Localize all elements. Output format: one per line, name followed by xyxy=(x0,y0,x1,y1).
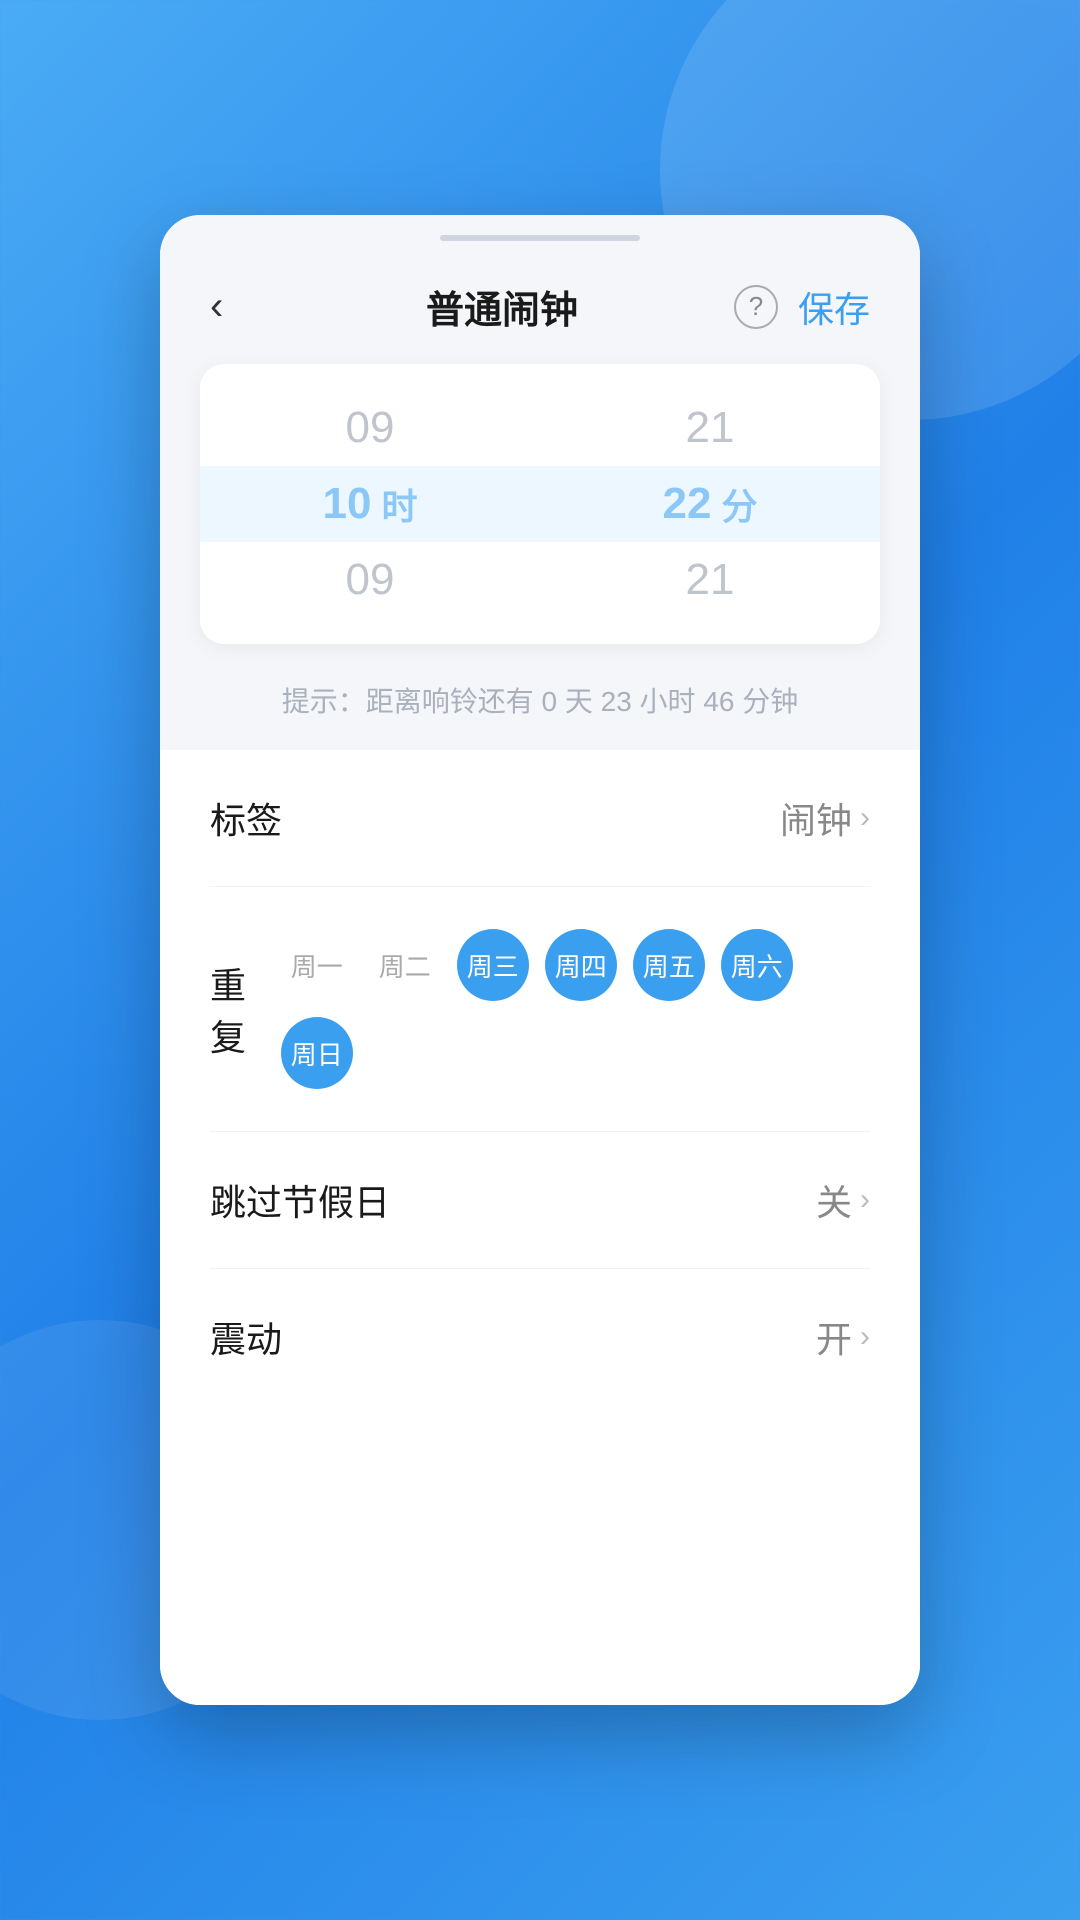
hour-below: 09 xyxy=(346,542,395,618)
day-pill-1[interactable]: 周二 xyxy=(369,929,441,1001)
day-pill-2[interactable]: 周三 xyxy=(457,929,529,1001)
header: ‹ 普通闹钟 ? 保存 xyxy=(160,255,920,364)
repeat-days[interactable]: 周一周二周三周四周五周六周日 xyxy=(281,929,870,1089)
day-pill-0[interactable]: 周一 xyxy=(281,929,353,1001)
holiday-setting-item[interactable]: 跳过节假日 关 › xyxy=(210,1132,870,1269)
label-chevron-icon: › xyxy=(860,801,870,835)
header-right: ? 保存 xyxy=(734,281,870,333)
bottom-space xyxy=(160,1405,920,1705)
save-button[interactable]: 保存 xyxy=(798,281,870,333)
vibrate-setting-value: 开 › xyxy=(816,1311,870,1363)
hour-column[interactable]: 09 10 时 09 xyxy=(200,384,540,624)
label-setting-value: 闹钟 › xyxy=(780,792,870,844)
minute-selected-row: 22 分 xyxy=(663,466,758,542)
day-pill-6[interactable]: 周日 xyxy=(281,1017,353,1089)
repeat-setting-item[interactable]: 重复 周一周二周三周四周五周六周日 xyxy=(210,887,870,1132)
hint-text: 提示：距离响铃还有 0 天 23 小时 46 分钟 xyxy=(160,644,920,750)
holiday-setting-value: 关 › xyxy=(816,1174,870,1226)
minute-column[interactable]: 21 22 分 21 xyxy=(540,384,880,624)
label-setting-item[interactable]: 标签 闹钟 › xyxy=(210,750,870,887)
time-picker[interactable]: 09 10 时 09 21 22 分 xyxy=(200,384,880,624)
back-button[interactable]: ‹ xyxy=(210,284,270,329)
phone-handle xyxy=(160,215,920,255)
minute-above: 21 xyxy=(686,390,735,466)
time-picker-wrapper: 09 10 时 09 21 22 分 xyxy=(200,364,880,644)
page-title: 普通闹钟 xyxy=(426,279,578,334)
holiday-setting-label: 跳过节假日 xyxy=(210,1174,390,1226)
hour-selected-row: 10 时 xyxy=(323,466,418,542)
settings-list: 标签 闹钟 › 重复 周一周二周三周四周五周六周日 跳过节假日 关 › 震动 开 xyxy=(160,750,920,1405)
label-setting-label: 标签 xyxy=(210,792,282,844)
phone-card: ‹ 普通闹钟 ? 保存 09 10 时 09 xyxy=(160,215,920,1705)
handle-bar xyxy=(440,235,640,241)
vibrate-setting-item[interactable]: 震动 开 › xyxy=(210,1269,870,1405)
day-pill-4[interactable]: 周五 xyxy=(633,929,705,1001)
day-pill-5[interactable]: 周六 xyxy=(721,929,793,1001)
help-button[interactable]: ? xyxy=(734,285,778,329)
minute-below: 21 xyxy=(686,542,735,618)
holiday-chevron-icon: › xyxy=(860,1183,870,1217)
day-pill-3[interactable]: 周四 xyxy=(545,929,617,1001)
vibrate-chevron-icon: › xyxy=(860,1320,870,1354)
vibrate-setting-label: 震动 xyxy=(210,1311,282,1363)
hour-above: 09 xyxy=(346,390,395,466)
repeat-setting-label: 重复 xyxy=(210,957,281,1061)
